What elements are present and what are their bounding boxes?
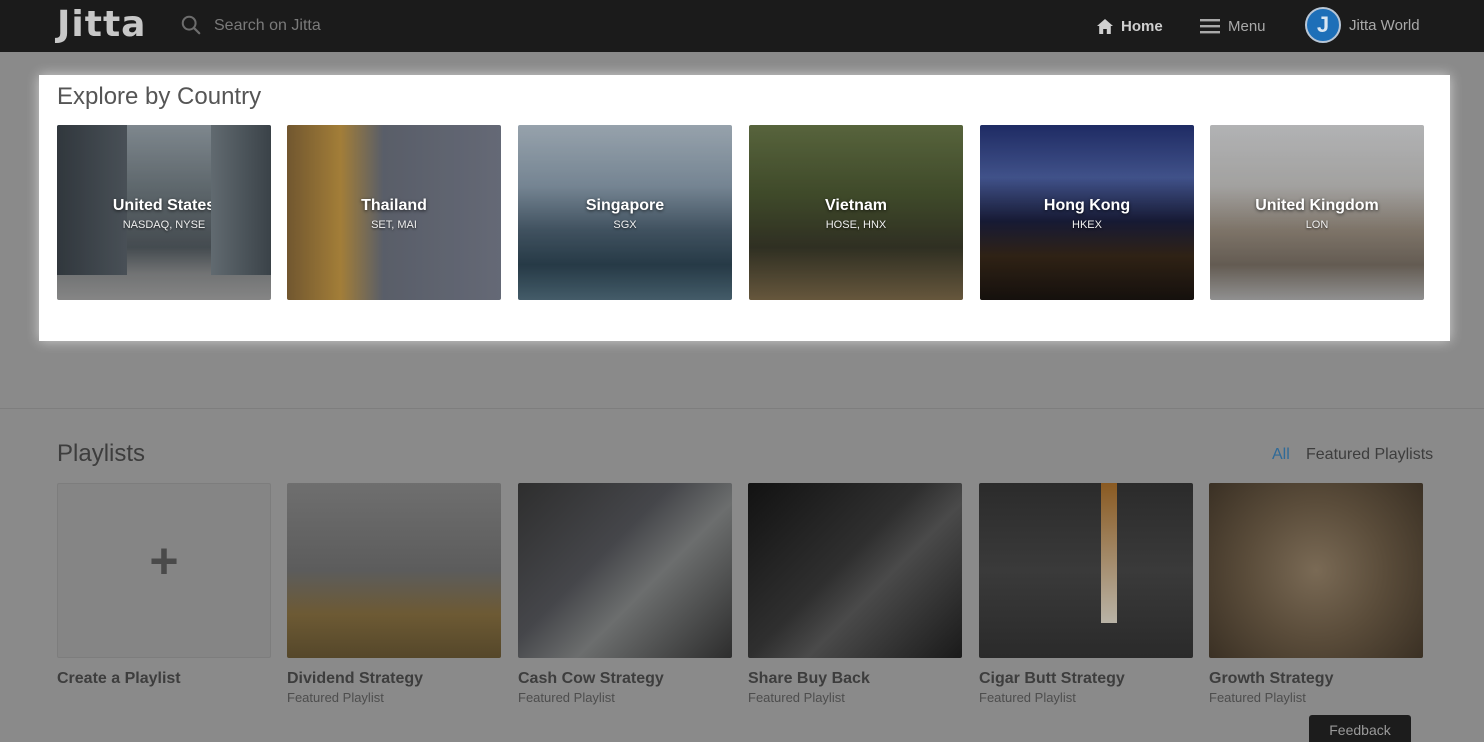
country-card-singapore[interactable]: Singapore SGX [518,125,732,300]
user-name: Jitta World [1349,16,1420,34]
country-name: Vietnam [825,197,887,214]
country-exchanges: HOSE, HNX [825,219,887,231]
playlist-title[interactable]: Cigar Butt Strategy [979,670,1125,688]
jitta-logo[interactable]: Jitta [57,4,146,45]
create-playlist-card[interactable]: + [57,483,271,658]
country-card-thailand[interactable]: Thailand SET, MAI [287,125,501,300]
feedback-button[interactable]: Feedback [1309,715,1411,742]
explore-by-country-panel: Explore by Country United States NASDAQ,… [39,75,1450,341]
playlist-card-share-buy-back[interactable] [748,483,962,658]
explore-section-title: Explore by Country [57,83,262,110]
search-input[interactable] [214,13,514,39]
country-name: Hong Kong [1043,197,1131,214]
playlist-subtitle: Featured Playlist [979,690,1076,705]
nav-menu-button[interactable]: Menu [1200,15,1266,37]
playlist-title[interactable]: Growth Strategy [1209,670,1333,688]
section-divider [0,408,1484,409]
country-card-united-states[interactable]: United States NASDAQ, NYSE [57,125,271,300]
nav-menu-label: Menu [1228,17,1266,35]
home-icon [1097,18,1113,34]
country-name: Thailand [361,197,427,214]
playlist-subtitle: Featured Playlist [518,690,615,705]
playlist-card-dividend-strategy[interactable] [287,483,501,658]
filter-all-link[interactable]: All [1272,446,1290,464]
playlist-title[interactable]: Cash Cow Strategy [518,670,664,688]
country-card-vietnam[interactable]: Vietnam HOSE, HNX [749,125,963,300]
user-profile-menu[interactable]: J Jitta World [1305,5,1420,45]
filter-featured-playlists-link[interactable]: Featured Playlists [1306,446,1433,464]
playlist-subtitle: Featured Playlist [1209,690,1306,705]
country-name: United States [112,197,216,214]
country-exchanges: NASDAQ, NYSE [122,219,206,231]
create-playlist-label[interactable]: Create a Playlist [57,670,181,688]
playlist-title[interactable]: Share Buy Back [748,670,870,688]
playlist-card-cigar-butt-strategy[interactable] [979,483,1193,658]
country-name: United Kingdom [1255,197,1379,214]
nav-home-label: Home [1121,17,1163,35]
playlist-card-cash-cow-strategy[interactable] [518,483,732,658]
playlist-card-growth-strategy[interactable] [1209,483,1423,658]
plus-icon: + [149,533,179,589]
hamburger-menu-icon [1200,19,1220,34]
search-icon[interactable] [180,14,202,36]
avatar: J [1305,7,1341,43]
country-card-hong-kong[interactable]: Hong Kong HKEX [980,125,1194,300]
country-exchanges: LON [1305,219,1329,231]
country-name: Singapore [585,197,665,214]
nav-home-link[interactable]: Home [1096,15,1163,37]
top-navigation-bar: Jitta Home Menu J Jitta World [0,0,1484,52]
country-card-united-kingdom[interactable]: United Kingdom LON [1210,125,1424,300]
playlist-title[interactable]: Dividend Strategy [287,670,423,688]
playlists-section-title: Playlists [57,440,146,467]
country-exchanges: SGX [613,219,637,231]
playlist-subtitle: Featured Playlist [748,690,845,705]
country-exchanges: SET, MAI [371,219,417,231]
playlist-subtitle: Featured Playlist [287,690,384,705]
country-exchanges: HKEX [1072,219,1102,231]
